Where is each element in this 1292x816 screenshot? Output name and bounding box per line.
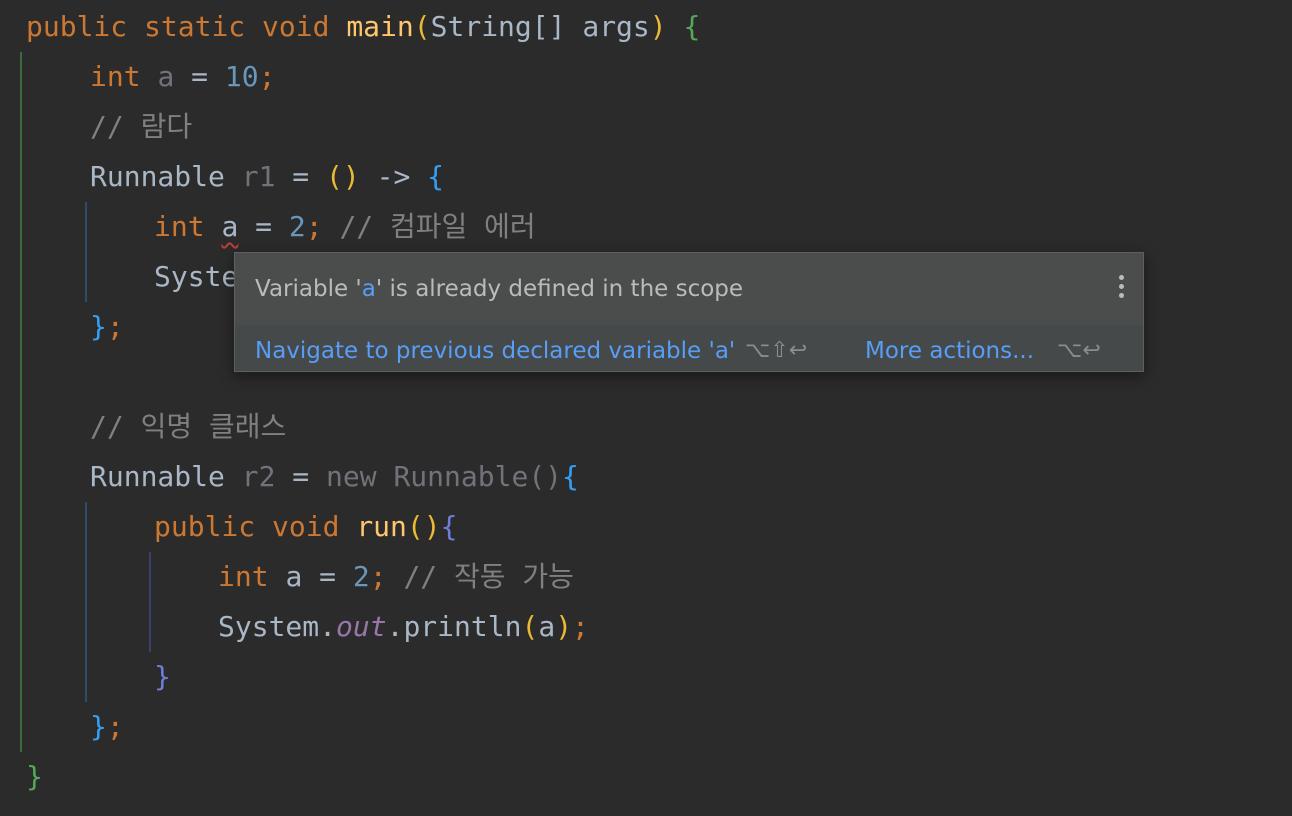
error-message: Variable 'a' is already defined in the s… xyxy=(255,253,743,325)
dot: . xyxy=(386,610,404,643)
keyword-public: public xyxy=(154,510,256,543)
type-int: int xyxy=(154,210,205,243)
var-r1: r1 xyxy=(241,160,276,193)
paren-close: ) xyxy=(649,10,667,43)
quick-actions-bar: Navigate to previous declared variable '… xyxy=(235,325,1143,371)
method-name-main: main xyxy=(346,10,414,43)
type-int: int xyxy=(90,60,141,93)
keyword-public: public xyxy=(26,10,128,43)
var-a: a xyxy=(285,560,303,593)
brace-close-r2: } xyxy=(90,710,107,743)
operator-eq: = xyxy=(319,560,337,593)
error-message-suffix: ' is already defined in the scope xyxy=(375,276,744,302)
type-int: int xyxy=(218,560,269,593)
class-system: System xyxy=(218,610,320,643)
field-out: out xyxy=(336,610,387,643)
method-println: println xyxy=(403,610,522,643)
semicolon: ; xyxy=(305,210,323,243)
code-line-r2-close[interactable]: }; xyxy=(90,702,124,752)
code-line-int-a[interactable]: int a = 10; xyxy=(90,52,275,102)
semicolon: ; xyxy=(572,610,589,643)
code-line-r1-decl[interactable]: Runnable r1 = () -> { xyxy=(90,152,444,202)
var-r2: r2 xyxy=(241,460,276,493)
indent-guide-main xyxy=(20,52,22,752)
semicolon: ; xyxy=(258,60,276,93)
navigate-shortcut-hint: ⌥⇧↩ xyxy=(745,338,808,363)
ctor-runnable: Runnable xyxy=(393,460,529,493)
lambda-parens: () xyxy=(326,160,360,193)
code-line-run-int-a[interactable]: int a = 2; // 작동 가능 xyxy=(218,552,574,602)
brace-open-run: { xyxy=(440,510,458,543)
number-literal: 2 xyxy=(288,210,306,243)
run-parens: () xyxy=(406,510,441,543)
number-literal: 10 xyxy=(224,60,259,93)
main-params: String[] args xyxy=(430,10,650,43)
kebab-vertical-icon[interactable] xyxy=(1115,273,1127,305)
code-line-r1-close[interactable]: }; xyxy=(90,302,124,352)
semicolon: ; xyxy=(106,310,124,343)
paren-close: ) xyxy=(555,610,573,643)
brace-open-r1: { xyxy=(427,160,445,193)
type-runnable: Runnable xyxy=(90,460,225,493)
code-line-run-signature[interactable]: public void run(){ xyxy=(154,502,457,552)
code-line-r1-println[interactable]: Syste xyxy=(154,252,238,302)
navigate-to-previous-declaration-link[interactable]: Navigate to previous declared variable '… xyxy=(255,325,735,371)
error-tooltip-popup: Variable 'a' is already defined in the s… xyxy=(234,252,1144,372)
keyword-void: void xyxy=(272,510,340,543)
code-line-main-signature[interactable]: public static void main(String[] args) { xyxy=(26,2,700,52)
keyword-static: static xyxy=(144,10,246,43)
error-message-variable: a xyxy=(361,276,376,302)
indent-guide-run xyxy=(149,552,151,652)
indent-guide-r1 xyxy=(85,202,87,302)
brace-open-r2: { xyxy=(562,460,579,493)
ctor-parens: () xyxy=(528,460,563,493)
code-line-r2-decl[interactable]: Runnable r2 = new Runnable(){ xyxy=(90,452,579,502)
indent-guide-r2 xyxy=(85,502,87,702)
var-a: a xyxy=(157,60,175,93)
code-line-main-close[interactable]: } xyxy=(26,752,43,802)
code-line-run-close[interactable]: } xyxy=(154,652,171,702)
number-literal: 2 xyxy=(352,560,370,593)
code-line-r1-int-a[interactable]: int a = 2; // 컴파일 에러 xyxy=(154,202,536,252)
type-runnable: Runnable xyxy=(90,160,225,193)
brace-open-main: { xyxy=(683,10,701,43)
operator-eq: = xyxy=(292,160,310,193)
more-actions-link[interactable]: More actions... xyxy=(865,325,1034,371)
code-editor[interactable]: public static void main(String[] args) {… xyxy=(0,0,1292,816)
operator-eq: = xyxy=(292,460,310,493)
comment-compile-error: // 컴파일 에러 xyxy=(339,210,536,243)
semicolon: ; xyxy=(106,710,124,743)
arg-a: a xyxy=(538,610,556,643)
paren-open: ( xyxy=(413,10,431,43)
comment-works: // 작동 가능 xyxy=(403,560,574,593)
semicolon: ; xyxy=(369,560,387,593)
operator-eq: = xyxy=(191,60,209,93)
more-actions-shortcut-hint: ⌥↩ xyxy=(1057,338,1101,363)
paren-open: ( xyxy=(521,610,539,643)
code-line-run-println[interactable]: System.out.println(a); xyxy=(218,602,589,652)
keyword-new: new xyxy=(326,460,377,493)
brace-close-r1: } xyxy=(90,310,107,343)
error-message-prefix: Variable ' xyxy=(255,276,362,302)
operator-eq: = xyxy=(255,210,273,243)
code-line-comment-anon[interactable]: // 익명 클래스 xyxy=(90,402,286,452)
dot: . xyxy=(319,610,337,643)
method-name-run: run xyxy=(356,510,407,543)
code-line-comment-lambda[interactable]: // 람다 xyxy=(90,102,192,152)
lambda-arrow: -> xyxy=(376,160,411,193)
keyword-void: void xyxy=(262,10,330,43)
var-a-error[interactable]: a xyxy=(221,210,238,243)
